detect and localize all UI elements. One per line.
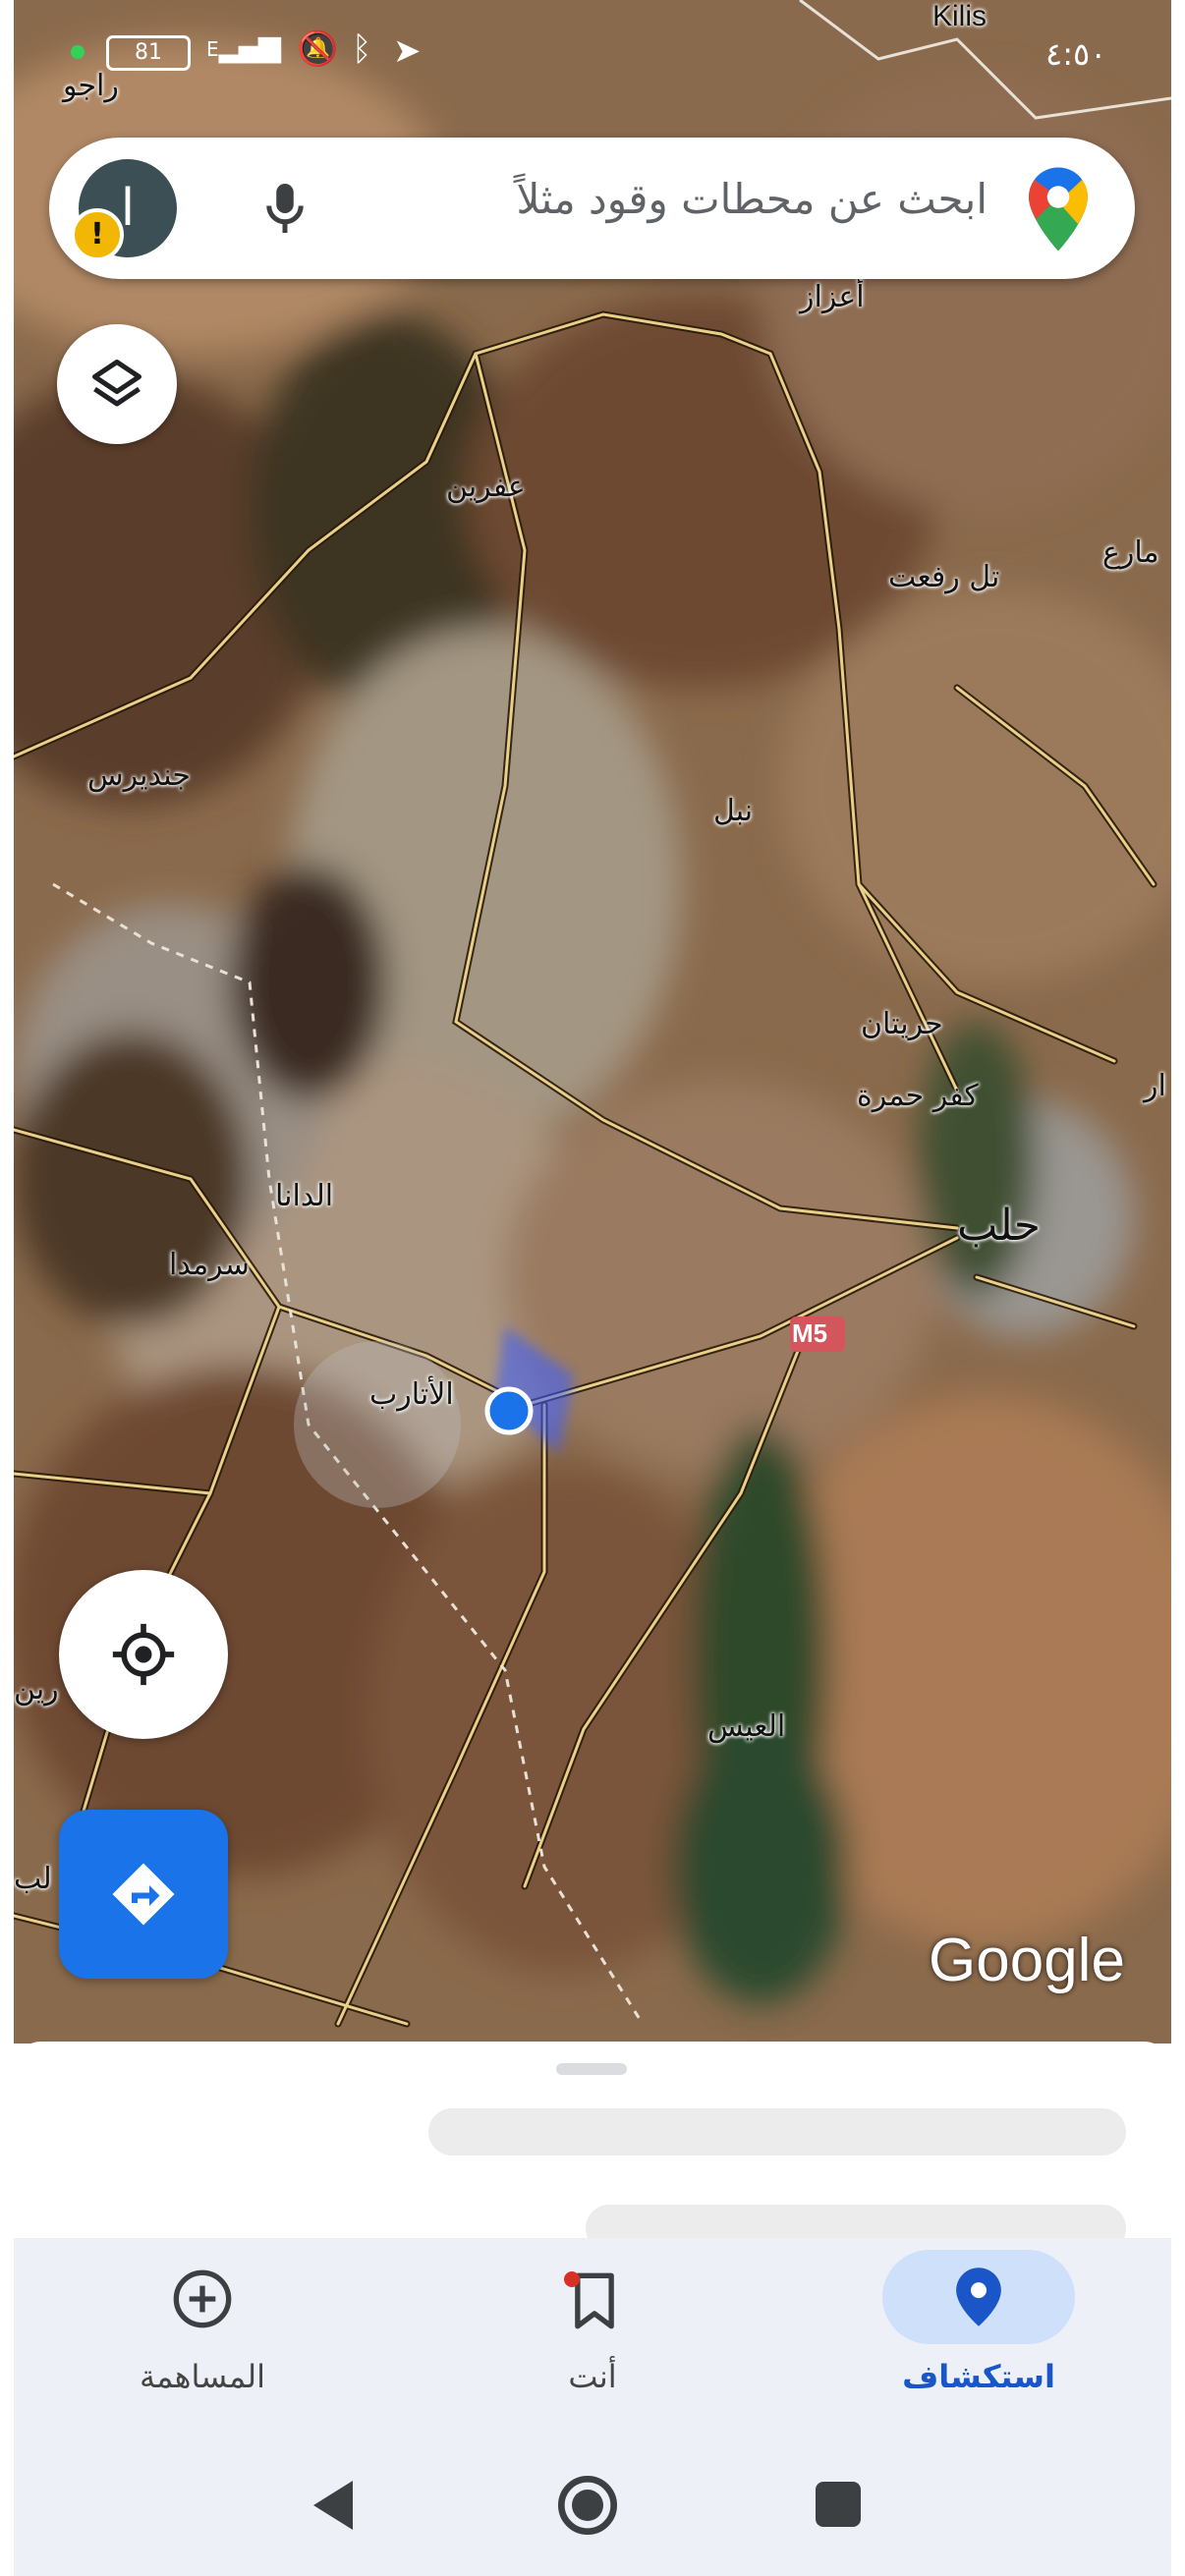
add-circle-icon[interactable] xyxy=(171,2268,234,2330)
map-label-edge-left-2: لب xyxy=(14,1862,52,1896)
map-label-kafr-hamra: كفر حمرة xyxy=(857,1079,979,1113)
my-location-icon xyxy=(112,1623,175,1686)
loading-placeholder xyxy=(428,2108,1126,2156)
signal-icon: E▂▄▆ xyxy=(206,29,281,64)
map-label-aleppo: حلب xyxy=(957,1201,1041,1251)
tab-contribute[interactable]: المساهمة xyxy=(55,2358,350,2395)
home-icon[interactable] xyxy=(556,2474,619,2537)
warning-glyph: ! xyxy=(90,217,104,252)
map-label-afrin: عفرين xyxy=(446,470,526,504)
map-label-jindires: جنديرس xyxy=(87,758,191,793)
back-icon[interactable] xyxy=(309,2478,358,2533)
mic-icon[interactable] xyxy=(255,177,314,240)
search-input[interactable]: ابحث عن محطات وقود مثلاً xyxy=(516,175,988,223)
privacy-dot xyxy=(71,45,85,59)
highway-shield-m5: M5 xyxy=(792,1318,828,1348)
satellite-terrain xyxy=(14,0,1171,2044)
map-label-dana: الدانا xyxy=(275,1179,334,1213)
bottom-navigation: استكشاف أنت المساهمة xyxy=(14,2238,1171,2435)
layers-button[interactable] xyxy=(57,324,177,444)
my-location-button[interactable] xyxy=(59,1570,228,1739)
location-arrow-icon: ➤ xyxy=(393,31,422,71)
directions-icon xyxy=(112,1863,175,1926)
signal-label: E xyxy=(206,37,219,61)
map-label-eis: العيس xyxy=(707,1709,786,1744)
recents-icon[interactable] xyxy=(816,2482,861,2527)
search-bar[interactable]: ا ! ابحث عن محطات وقود مثلاً xyxy=(49,138,1135,279)
tab-explore[interactable]: استكشاف xyxy=(831,2358,1126,2395)
sheet-drag-handle[interactable] xyxy=(556,2063,627,2075)
map-label-azaz: أعزاز xyxy=(800,280,865,314)
map-label-nubl: نبل xyxy=(713,794,754,828)
map-label-sarmada: سرمدا xyxy=(169,1248,250,1282)
layers-icon xyxy=(92,360,141,407)
notification-dot xyxy=(564,2271,580,2287)
google-attribution: Google xyxy=(929,1927,1125,1994)
explore-pin-icon[interactable] xyxy=(951,2266,1006,2328)
map-label-atarib: الأتارب xyxy=(369,1377,454,1412)
current-location-dot xyxy=(484,1386,534,1435)
map-label-hreitan: حريتان xyxy=(861,1007,943,1041)
clock: ٤:٥٠ xyxy=(1045,35,1107,73)
warning-badge-icon: ! xyxy=(71,208,124,261)
notifications-off-icon: 🔕 xyxy=(297,29,339,69)
status-bar: 81 E▂▄▆ 🔕 ᛒ ➤ ٤:٥٠ xyxy=(14,0,1171,108)
system-navigation-bar xyxy=(14,2435,1171,2576)
tab-you[interactable]: أنت xyxy=(445,2358,740,2395)
directions-button[interactable] xyxy=(59,1810,228,1979)
bluetooth-icon: ᛒ xyxy=(352,29,372,69)
map-label-tal-rifat: تل رفعت xyxy=(888,560,1000,594)
map-label-mare: مارع xyxy=(1102,535,1159,570)
map-label-edge-left-1: رين xyxy=(14,1672,59,1707)
maps-pin-icon xyxy=(1029,167,1088,252)
map-label-edge-right: ار xyxy=(1144,1069,1166,1103)
battery-indicator: 81 xyxy=(106,35,191,71)
map-view[interactable]: Kilis راجو أعزاز عفرين تل رفعت مارع جندي… xyxy=(14,0,1171,2044)
